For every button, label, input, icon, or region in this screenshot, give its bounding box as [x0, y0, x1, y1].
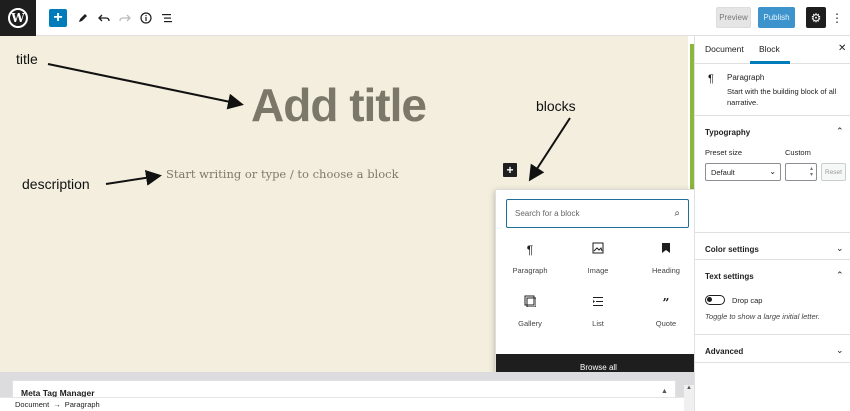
list-icon	[592, 293, 604, 313]
post-title-input[interactable]: Add title	[251, 78, 427, 132]
undo-icon	[98, 14, 110, 22]
gear-icon: ⚙	[810, 10, 822, 25]
outline-button[interactable]	[160, 8, 174, 28]
stepper-icon: ▴ ▾	[809, 166, 813, 178]
chevron-up-icon[interactable]: ⌃	[836, 270, 844, 281]
sidebar-tabs: Document Block ✕	[695, 36, 850, 64]
redo-icon	[119, 14, 131, 22]
quote-icon: ”	[662, 296, 670, 310]
wordpress-logo-icon[interactable]: W	[0, 0, 36, 36]
heading-icon	[661, 240, 671, 260]
breadcrumb: Document → Paragraph	[0, 397, 694, 411]
typography-panel-toggle[interactable]: Typography	[705, 128, 750, 137]
block-item-heading[interactable]: Heading	[632, 240, 700, 288]
chevron-down-icon: ⌄	[769, 167, 776, 176]
top-toolbar: W + Preview Publish ⚙ ⋮	[0, 0, 850, 36]
breadcrumb-paragraph[interactable]: Paragraph	[65, 400, 100, 409]
inline-inserter-button[interactable]: +	[503, 163, 517, 177]
text-settings-toggle[interactable]: Text settings	[705, 272, 754, 281]
add-block-button[interactable]: +	[49, 9, 67, 27]
metabox-scrollbar[interactable]: ▲	[684, 385, 694, 411]
tab-block[interactable]: Block	[759, 44, 780, 54]
settings-button[interactable]: ⚙	[806, 7, 826, 28]
collapse-up-icon[interactable]: ▲	[661, 388, 668, 395]
list-view-icon	[162, 14, 172, 23]
block-item-image[interactable]: Image	[564, 240, 632, 288]
advanced-panel[interactable]: Advanced ⌄	[695, 335, 850, 363]
block-editor: W + Preview Publish ⚙ ⋮ Add title Start …	[0, 0, 850, 411]
plus-icon: +	[53, 9, 63, 26]
drop-cap-toggle[interactable]	[705, 295, 725, 305]
image-icon	[592, 240, 604, 260]
settings-sidebar: Document Block ✕ ¶ Paragraph Start with …	[694, 36, 850, 411]
block-search-input[interactable]	[515, 209, 675, 218]
block-item-list[interactable]: List	[564, 293, 632, 341]
custom-size-input[interactable]: ▴ ▾	[785, 163, 817, 181]
edit-tools-button[interactable]	[75, 8, 91, 28]
chevron-down-icon[interactable]: ⌄	[836, 243, 844, 254]
typography-panel: Typography ⌃ Preset size Custom Default …	[695, 116, 850, 233]
info-icon	[140, 12, 152, 24]
details-button[interactable]	[139, 8, 153, 28]
block-card-title: Paragraph	[727, 73, 765, 82]
search-icon: ⌕	[674, 208, 680, 219]
redo-button[interactable]	[118, 8, 132, 28]
block-item-quote[interactable]: ” Quote	[632, 293, 700, 341]
preview-button[interactable]: Preview	[716, 7, 751, 28]
annotation-title: title	[16, 51, 38, 67]
chevron-down-icon[interactable]: ⌄	[836, 345, 844, 356]
color-settings-panel[interactable]: Color settings ⌄	[695, 233, 850, 260]
block-card-description: Start with the building block of all nar…	[727, 87, 837, 107]
block-item-paragraph[interactable]: ¶ Paragraph	[496, 240, 564, 288]
publish-button[interactable]: Publish	[758, 7, 795, 28]
color-settings-toggle[interactable]: Color settings	[705, 245, 759, 254]
block-inserter-popover: ⌕ ¶ Paragraph Image Heading	[495, 189, 701, 381]
annotation-description: description	[22, 176, 90, 192]
paragraph-icon: ¶	[708, 73, 714, 85]
chevron-up-icon[interactable]: ⌃	[836, 126, 844, 137]
breadcrumb-document[interactable]: Document	[15, 400, 49, 409]
drop-cap-label: Drop cap	[732, 296, 763, 305]
text-settings-panel: Text settings ⌃ Drop cap Toggle to show …	[695, 260, 850, 335]
pencil-icon	[79, 14, 87, 22]
close-icon[interactable]: ✕	[838, 43, 846, 54]
annotation-blocks: blocks	[536, 98, 576, 114]
breadcrumb-separator: →	[53, 400, 61, 409]
undo-button[interactable]	[97, 8, 111, 28]
block-card: ¶ Paragraph Start with the building bloc…	[695, 64, 850, 116]
paragraph-block-input[interactable]: Start writing or type / to choose a bloc…	[166, 167, 399, 181]
advanced-toggle[interactable]: Advanced	[705, 347, 743, 356]
preset-size-select[interactable]: Default ⌄	[705, 163, 781, 181]
more-options-button[interactable]: ⋮	[831, 8, 843, 28]
preset-size-label: Preset size	[705, 148, 743, 157]
toggle-knob	[707, 297, 712, 302]
custom-size-label: Custom	[785, 148, 811, 157]
block-item-gallery[interactable]: Gallery	[496, 293, 564, 341]
more-vertical-icon: ⋮	[831, 11, 843, 25]
drop-cap-help: Toggle to show a large initial letter.	[705, 312, 820, 321]
paragraph-icon: ¶	[526, 243, 534, 257]
scroll-up-icon: ▲	[686, 385, 692, 391]
reset-button[interactable]: Reset	[821, 163, 846, 181]
block-search: ⌕	[506, 199, 689, 228]
plus-icon: +	[506, 163, 514, 177]
gallery-icon	[524, 293, 537, 313]
tab-document[interactable]: Document	[705, 44, 744, 54]
